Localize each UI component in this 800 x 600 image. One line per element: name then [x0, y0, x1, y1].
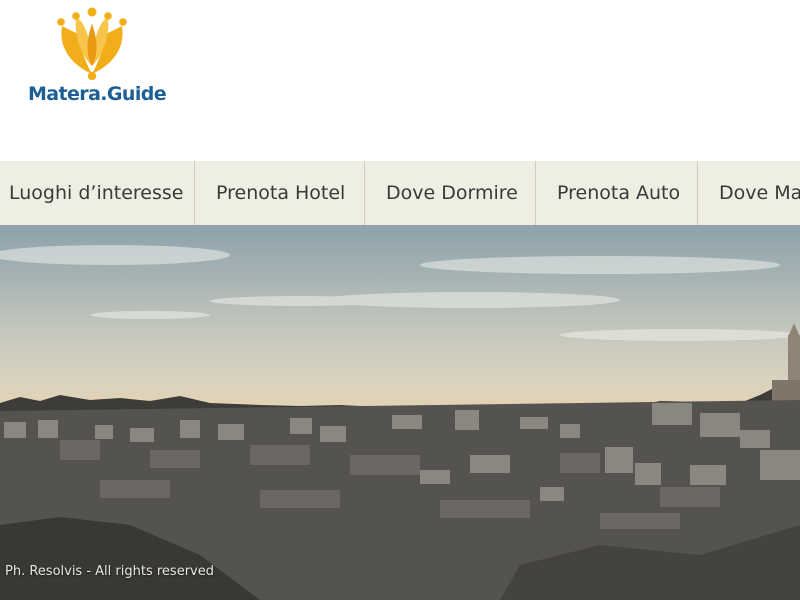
lotus-logo-icon [57, 7, 127, 81]
matera-skyline-illustration [0, 245, 800, 600]
site-logo-text: Matera.Guide [28, 83, 167, 105]
nav-item-luoghi-interesse[interactable]: Luoghi d’interesse [0, 161, 195, 225]
nav-item-dove-dormire[interactable]: Dove Dormire [365, 161, 536, 225]
site-logo[interactable]: Matera.Guide [24, 4, 167, 108]
main-navigation: Luoghi d’interesse Prenota Hotel Dove Do… [0, 161, 800, 225]
nav-item-prenota-auto[interactable]: Prenota Auto [536, 161, 698, 225]
photo-credit-caption: Ph. Resolvis - All rights reserved [5, 564, 214, 579]
nav-item-dove-mangiare[interactable]: Dove Ma [698, 161, 800, 225]
nav-item-prenota-hotel[interactable]: Prenota Hotel [195, 161, 365, 225]
site-header: Matera.Guide [0, 0, 800, 161]
hero-banner-image [0, 225, 800, 600]
